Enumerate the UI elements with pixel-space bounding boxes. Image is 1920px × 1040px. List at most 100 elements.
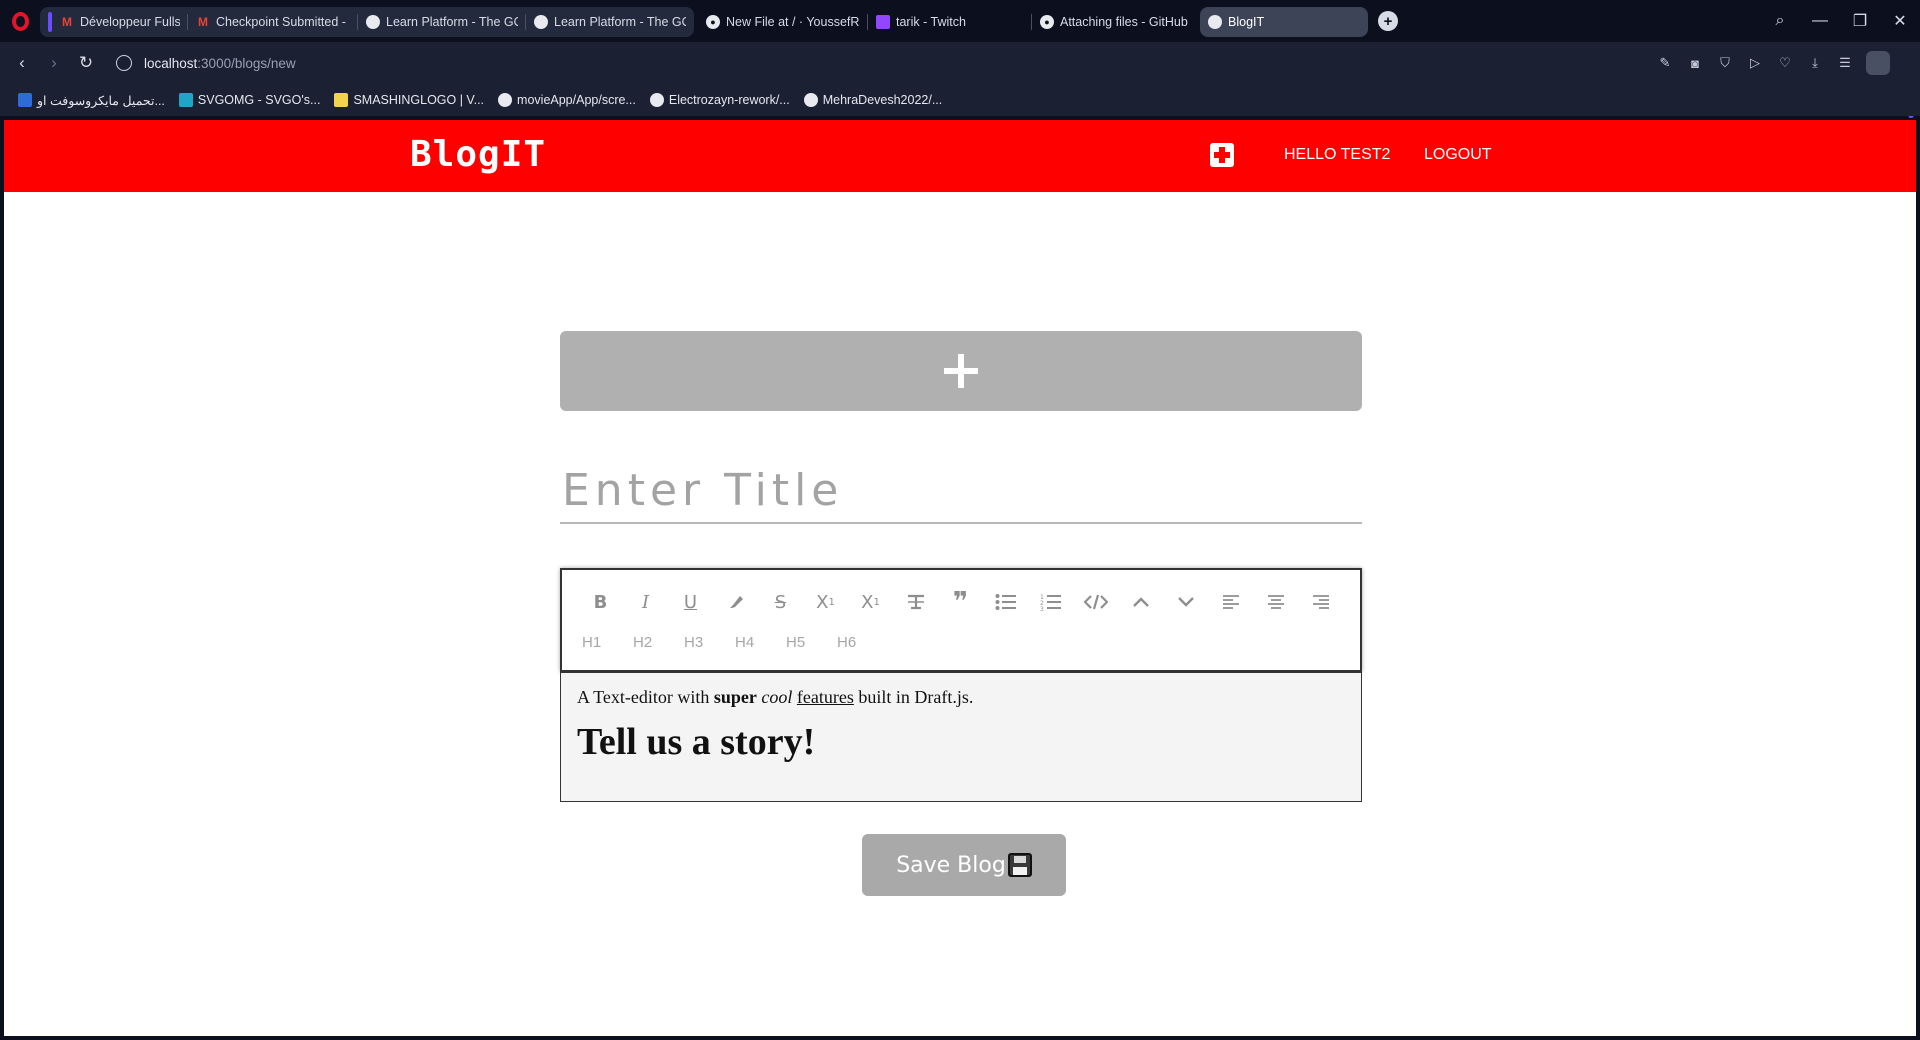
editor-bold-text: super: [713, 687, 757, 707]
bookmark-label: MehraDevesh2022/...: [822, 93, 943, 107]
toolbar-icons: ✎ ◙ ⛉ ▷ ♡ ⤓ ☰: [1656, 42, 1890, 84]
underline-icon[interactable]: U: [668, 588, 713, 616]
tab-label: Développeur Fullstack js -: [80, 15, 180, 29]
user-greeting[interactable]: HELLO TEST2: [1284, 146, 1390, 164]
heading-h2-button[interactable]: H2: [633, 630, 684, 654]
bookmark-label: movieApp/App/scre...: [517, 93, 636, 107]
bookmark-item[interactable]: MehraDevesh2022/...: [803, 93, 943, 107]
ordered-list-icon[interactable]: 123: [1028, 588, 1073, 616]
cover-image-upload-button[interactable]: [560, 331, 1362, 411]
blockquote-icon[interactable]: ❞: [938, 587, 983, 617]
editor-text: built in Draft.js.: [853, 687, 974, 707]
camera-icon[interactable]: ◙: [1686, 54, 1704, 72]
url-host: localhost: [144, 55, 198, 71]
reload-button[interactable]: ↻: [70, 53, 102, 73]
bookmark-item[interactable]: movieApp/App/scre...: [498, 93, 636, 107]
url-field[interactable]: localhost:3000/blogs/new: [116, 55, 296, 71]
tab-label: BlogIT: [1228, 15, 1265, 29]
tab-label: Attaching files - GitHub D: [1060, 15, 1192, 29]
download-icon[interactable]: ⤓: [1806, 54, 1824, 72]
logout-link[interactable]: LOGOUT: [1424, 146, 1492, 164]
browser-tab[interactable]: ● Attaching files - GitHub D: [1032, 7, 1200, 37]
easy-setup-icon[interactable]: ☰: [1836, 54, 1854, 72]
plus-icon: [944, 354, 978, 388]
close-window-button[interactable]: ✕: [1880, 11, 1920, 31]
browser-tab[interactable]: Learn Platform - The GOM: [358, 7, 526, 37]
heading-h5-button[interactable]: H5: [786, 630, 837, 654]
profile-icon[interactable]: [1866, 51, 1890, 75]
floppy-disk-icon: [1007, 853, 1032, 877]
url-path: :3000/blogs/new: [197, 55, 296, 71]
microsoft-icon: [18, 93, 32, 107]
browser-tab[interactable]: ● New File at / · YoussefRs/I: [698, 7, 868, 37]
bookmark-label: SVGOMG - SVGO's...: [197, 93, 321, 107]
shield-icon[interactable]: ⛉: [1716, 54, 1734, 72]
save-blog-button[interactable]: Save Blog: [862, 834, 1066, 896]
new-tab-button[interactable]: +: [1378, 11, 1398, 31]
back-button[interactable]: ‹: [6, 53, 38, 73]
highlight-icon[interactable]: [713, 588, 758, 616]
code-block-icon[interactable]: [1073, 588, 1118, 616]
edit-icon[interactable]: ✎: [1656, 54, 1674, 72]
bold-icon[interactable]: B: [578, 588, 623, 616]
align-left-icon[interactable]: [1208, 588, 1253, 616]
minimize-button[interactable]: —: [1800, 12, 1840, 30]
editor-italic-text: cool: [761, 687, 793, 707]
browser-tab[interactable]: M Développeur Fullstack js -: [40, 7, 188, 37]
address-bar: ‹ › ↻ localhost:3000/blogs/new ✎ ◙ ⛉ ▷ ♡…: [0, 42, 1920, 118]
align-right-icon[interactable]: [1298, 588, 1343, 616]
editor-toolbar: B I U S X1 X1 ❞ 123 H1 H2 H3 H4 H5 H6: [560, 568, 1362, 672]
twitch-icon: [876, 15, 890, 29]
heading-h4-button[interactable]: H4: [735, 630, 786, 654]
editor-underlined-text: features: [796, 687, 854, 707]
italic-icon[interactable]: I: [623, 588, 668, 616]
play-icon[interactable]: ▷: [1746, 54, 1764, 72]
bookmark-item[interactable]: SMASHINGLOGO | V...: [334, 93, 484, 107]
search-tabs-icon[interactable]: ⌕: [1760, 12, 1800, 30]
heading-h3-button[interactable]: H3: [684, 630, 735, 654]
save-blog-label: Save Blog: [896, 852, 1006, 878]
brand-logo[interactable]: BlogIT: [410, 134, 546, 175]
clear-format-icon[interactable]: [893, 588, 938, 616]
title-input[interactable]: [560, 458, 1362, 524]
svg-text:3: 3: [1040, 606, 1044, 611]
heart-icon[interactable]: ♡: [1776, 54, 1794, 72]
rich-text-editor[interactable]: A Text-editor with super cool features b…: [560, 672, 1362, 802]
move-up-icon[interactable]: [1118, 588, 1163, 616]
heading-h1-button[interactable]: H1: [582, 630, 633, 654]
heading-h6-button[interactable]: H6: [837, 630, 888, 654]
globe-icon: [534, 15, 548, 29]
bookmark-label: Electrozayn-rework/...: [668, 93, 790, 107]
editor-text: A Text-editor with: [577, 687, 714, 707]
browser-tab[interactable]: M Checkpoint Submitted - C: [188, 7, 358, 37]
heading-row: H1 H2 H3 H4 H5 H6: [582, 630, 888, 654]
unordered-list-icon[interactable]: [983, 588, 1028, 616]
bookmark-item[interactable]: Electrozayn-rework/...: [649, 93, 790, 107]
bookmark-item[interactable]: SVGOMG - SVGO's...: [178, 93, 321, 107]
site-info-icon[interactable]: [116, 55, 132, 71]
bookmark-item[interactable]: تحميل مايكروسوفت او...: [18, 93, 165, 108]
page-viewport: BlogIT HELLO TEST2 LOGOUT B I U S X1 X1 …: [4, 120, 1916, 1036]
superscript-icon[interactable]: X1: [803, 588, 848, 616]
inline-style-row: B I U S X1 X1 ❞ 123: [578, 587, 1343, 617]
browser-tab-active[interactable]: BlogIT: [1200, 7, 1368, 37]
add-blog-icon[interactable]: [1210, 143, 1234, 167]
align-center-icon[interactable]: [1253, 588, 1298, 616]
bookmark-label: تحميل مايكروسوفت او...: [37, 93, 165, 108]
window-controls: ⌕ — ❐ ✕: [1760, 0, 1920, 42]
opera-menu-icon[interactable]: [0, 0, 40, 42]
browser-tab[interactable]: Learn Platform - The GOM: [526, 7, 694, 37]
bookmark-label: SMASHINGLOGO | V...: [353, 93, 485, 107]
move-down-icon[interactable]: [1163, 588, 1208, 616]
globe-icon: [1208, 15, 1222, 29]
github-icon: [649, 93, 664, 107]
gmail-icon: M: [198, 15, 208, 29]
github-icon: ●: [1040, 15, 1054, 29]
subscript-icon[interactable]: X1: [848, 588, 893, 616]
maximize-button[interactable]: ❐: [1840, 11, 1880, 31]
tab-label: Checkpoint Submitted - C: [216, 15, 350, 29]
github-icon: [803, 93, 818, 107]
strikethrough-icon[interactable]: S: [758, 588, 803, 616]
forward-button[interactable]: ›: [38, 53, 70, 73]
browser-tab[interactable]: tarik - Twitch: [868, 7, 1032, 37]
